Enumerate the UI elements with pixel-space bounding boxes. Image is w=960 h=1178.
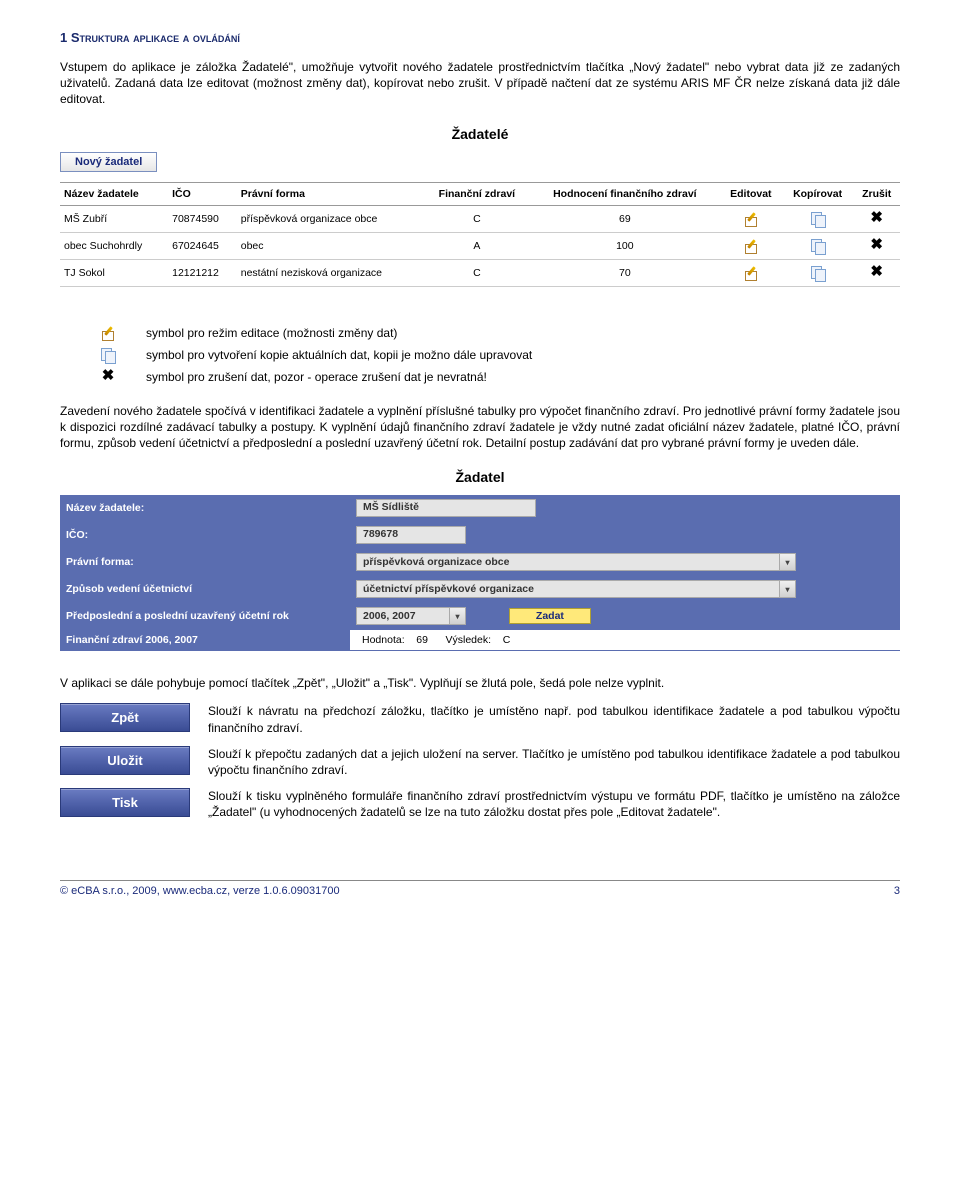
chevron-down-icon: ▾: [779, 554, 795, 570]
col-copy: Kopírovat: [782, 182, 854, 205]
action-print: Tisk Slouží k tisku vyplněného formuláře…: [60, 788, 900, 820]
delete-icon: ✖: [100, 369, 116, 385]
legend-delete: ✖ symbol pro zrušení dat, pozor - operac…: [100, 369, 900, 385]
copy-icon[interactable]: [810, 238, 826, 254]
chevron-down-icon: ▾: [779, 581, 795, 597]
action-back-text: Slouží k návratu na předchozí záložku, t…: [208, 703, 900, 735]
paragraph-2: Zavedení nového žadatele spočívá v ident…: [60, 403, 900, 452]
result-hodnota-value: 69: [416, 634, 428, 646]
paragraph-3: V aplikaci se dále pohybuje pomocí tlačí…: [60, 675, 900, 691]
section-heading: 1 Struktura aplikace a ovládání: [60, 30, 900, 45]
result-vysledek-label: Výsledek:: [446, 634, 492, 646]
action-save: Uložit Slouží k přepočtu zadaných dat a …: [60, 746, 900, 778]
cell-rating: 70: [530, 259, 720, 286]
table-row: MŠ Zubří 70874590 příspěvková organizace…: [60, 205, 900, 232]
edit-icon[interactable]: [743, 211, 759, 227]
col-rating: Hodnocení finančního zdraví: [530, 182, 720, 205]
result-vysledek-value: C: [503, 634, 511, 646]
form-ico-label: IČO:: [60, 522, 350, 549]
form-result-label: Finanční zdraví 2006, 2007: [60, 630, 350, 651]
form-pf-value: příspěvková organizace obce: [363, 556, 779, 568]
applicants-panel: Žadatelé Nový žadatel Název žadatele IČO…: [60, 126, 900, 287]
form-years-label: Předposlední a poslední uzavřený účetní …: [60, 603, 350, 630]
cell-form: příspěvková organizace obce: [237, 205, 424, 232]
new-applicant-button[interactable]: Nový žadatel: [60, 152, 157, 172]
result-hodnota-label: Hodnota:: [362, 634, 405, 646]
zadat-button[interactable]: Zadat: [509, 608, 591, 624]
cell-fin: C: [424, 259, 530, 286]
table-row: obec Suchohrdly 67024645 obec A 100 ✖: [60, 232, 900, 259]
table-row: TJ Sokol 12121212 nestátní nezisková org…: [60, 259, 900, 286]
footer-page-number: 3: [894, 885, 900, 897]
applicant-form-title: Žadatel: [60, 469, 900, 485]
applicant-form: Žadatel Název žadatele: MŠ Sídliště IČO:…: [60, 469, 900, 651]
edit-icon[interactable]: [743, 265, 759, 281]
applicants-title: Žadatelé: [60, 126, 900, 142]
delete-icon[interactable]: ✖: [869, 238, 885, 254]
cell-name: obec Suchohrdly: [60, 232, 168, 259]
form-acc-select[interactable]: účetnictví příspěvkové organizace ▾: [356, 580, 796, 598]
form-ico-value: 789678: [356, 526, 466, 544]
applicants-table: Název žadatele IČO Právní forma Finanční…: [60, 182, 900, 287]
action-back: Zpět Slouží k návratu na předchozí zálož…: [60, 703, 900, 735]
form-name-value: MŠ Sídliště: [356, 499, 536, 517]
form-acc-label: Způsob vedení účetnictví: [60, 576, 350, 603]
edit-icon: [100, 325, 116, 341]
cell-name: MŠ Zubří: [60, 205, 168, 232]
cell-fin: C: [424, 205, 530, 232]
copy-icon[interactable]: [810, 265, 826, 281]
form-pf-label: Právní forma:: [60, 549, 350, 576]
col-ico: IČO: [168, 182, 237, 205]
form-years-value: 2006, 2007: [363, 610, 449, 622]
print-button[interactable]: Tisk: [60, 788, 190, 817]
col-name: Název žadatele: [60, 182, 168, 205]
legend-text: symbol pro režim editace (možnosti změny…: [146, 326, 900, 340]
copy-icon: [100, 347, 116, 363]
delete-icon[interactable]: ✖: [869, 211, 885, 227]
legend-edit: symbol pro režim editace (možnosti změny…: [100, 325, 900, 341]
delete-icon[interactable]: ✖: [869, 265, 885, 281]
edit-icon[interactable]: [743, 238, 759, 254]
form-name-label: Název žadatele:: [60, 495, 350, 522]
form-pf-select[interactable]: příspěvková organizace obce ▾: [356, 553, 796, 571]
copy-icon[interactable]: [810, 211, 826, 227]
cell-ico: 67024645: [168, 232, 237, 259]
legend-copy: symbol pro vytvoření kopie aktuálních da…: [100, 347, 900, 363]
save-button[interactable]: Uložit: [60, 746, 190, 775]
form-years-select[interactable]: 2006, 2007 ▾: [356, 607, 466, 625]
intro-paragraph: Vstupem do aplikace je záložka Žadatelé"…: [60, 59, 900, 108]
col-edit: Editovat: [720, 182, 782, 205]
cell-fin: A: [424, 232, 530, 259]
cell-form: nestátní nezisková organizace: [237, 259, 424, 286]
cell-form: obec: [237, 232, 424, 259]
legend-text: symbol pro vytvoření kopie aktuálních da…: [146, 348, 900, 362]
action-save-text: Slouží k přepočtu zadaných dat a jejich …: [208, 746, 900, 778]
cell-ico: 12121212: [168, 259, 237, 286]
form-acc-value: účetnictví příspěvkové organizace: [363, 583, 779, 595]
action-print-text: Slouží k tisku vyplněného formuláře fina…: [208, 788, 900, 820]
cell-rating: 100: [530, 232, 720, 259]
back-button[interactable]: Zpět: [60, 703, 190, 732]
cell-rating: 69: [530, 205, 720, 232]
legend-text: symbol pro zrušení dat, pozor - operace …: [146, 370, 900, 384]
col-form: Právní forma: [237, 182, 424, 205]
cell-ico: 70874590: [168, 205, 237, 232]
footer-left: © eCBA s.r.o., 2009, www.ecba.cz, verze …: [60, 885, 340, 897]
page-footer: © eCBA s.r.o., 2009, www.ecba.cz, verze …: [60, 880, 900, 897]
cell-name: TJ Sokol: [60, 259, 168, 286]
chevron-down-icon: ▾: [449, 608, 465, 624]
col-fin: Finanční zdraví: [424, 182, 530, 205]
col-delete: Zrušit: [853, 182, 900, 205]
